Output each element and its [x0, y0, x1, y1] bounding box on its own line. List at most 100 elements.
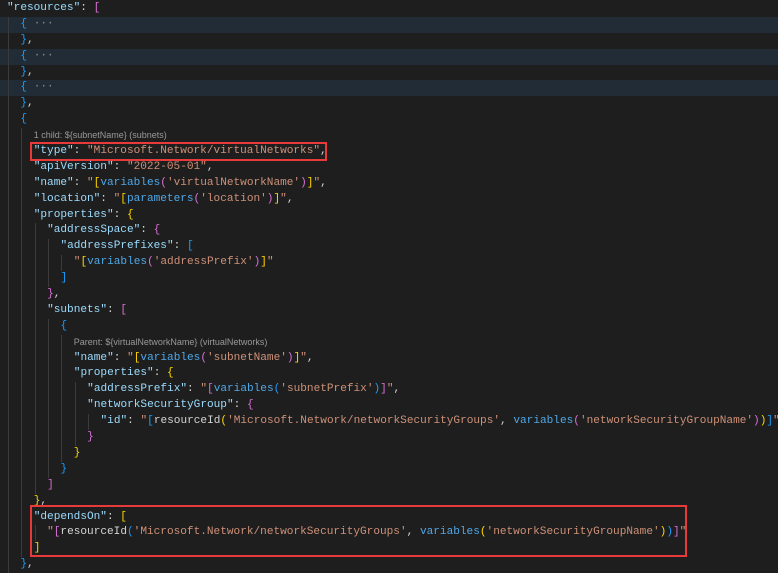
code-line: },	[0, 287, 778, 303]
code-token: {	[126, 208, 134, 221]
indent-guide	[34, 430, 36, 446]
code-line: "id": " [resourceId ('Microsoft.Network/ne…	[0, 414, 778, 431]
code-token: ,	[206, 160, 214, 173]
code-line: { ···	[0, 80, 778, 97]
code-token: "subnets"	[47, 303, 107, 316]
code-token: "id"	[100, 415, 128, 428]
code-token: {	[20, 113, 28, 126]
code-token: ,	[27, 33, 34, 46]
code-token: :	[106, 510, 121, 523]
indent-guide	[21, 223, 23, 240]
code-token: ,	[306, 351, 314, 364]
code-token: "addressSpace"	[47, 224, 141, 237]
indent-guide	[34, 239, 36, 256]
code-token: ]	[672, 526, 680, 539]
indent-guide	[21, 541, 23, 558]
indent-guide	[8, 382, 9, 399]
code-line: "subnets": [	[0, 302, 778, 319]
indent-guide	[21, 509, 23, 526]
indent-guide	[8, 64, 9, 81]
indent-guide	[48, 398, 50, 415]
indent-guide	[8, 509, 9, 526]
indent-guide	[21, 445, 23, 462]
code-editor[interactable]: "resources": [{ ···},{ ···},{ ···},{1 ch…	[0, 1, 778, 573]
code-token: (	[147, 256, 154, 269]
code-token: "Microsoft.Network/virtualNetworks"	[87, 145, 321, 158]
code-lens[interactable]: Parent: ${virtualNetworkName} (virtualNe…	[0, 334, 778, 351]
indent-guide	[61, 366, 63, 383]
code-token: ,	[27, 558, 34, 571]
code-line: },	[0, 64, 778, 81]
indent-guide	[34, 398, 36, 415]
folded-ellipsis[interactable]: ···	[27, 50, 54, 62]
indent-guide	[8, 112, 9, 129]
indent-guide	[21, 144, 23, 160]
code-token: variables	[100, 176, 161, 189]
indent-guide	[8, 223, 9, 240]
indent-guide	[34, 382, 36, 399]
code-token: }	[73, 446, 81, 459]
code-line: "[resourceId('Microsoft.Network/networkS…	[0, 525, 778, 542]
indent-guide	[21, 493, 23, 510]
code-line: "apiVersion": "2022-05-01",	[0, 159, 778, 176]
code-token: :	[113, 351, 128, 364]
code-token: parameters	[126, 192, 194, 205]
code-line: ]	[0, 271, 778, 288]
code-token: ,	[27, 65, 34, 78]
code-token: :	[80, 2, 94, 14]
indent-guide	[74, 414, 76, 431]
code-token: variables	[140, 351, 201, 364]
folded-ellipsis[interactable]: ···	[27, 81, 54, 93]
code-token: [	[186, 240, 194, 253]
indent-guide	[8, 48, 9, 65]
indent-guide	[8, 366, 9, 383]
indent-guide	[8, 159, 9, 176]
indent-guide	[21, 525, 23, 542]
code-lens-text: 1 child: ${subnetName} (subnets)	[33, 130, 167, 141]
code-line: },	[0, 493, 778, 510]
code-token: {	[153, 224, 161, 237]
code-line: }	[0, 430, 778, 446]
indent-guide	[8, 80, 9, 97]
code-line: "addressPrefixes": [	[0, 239, 778, 256]
code-token: "	[773, 415, 778, 427]
code-token: ,	[27, 97, 34, 110]
folded-ellipsis[interactable]: ···	[27, 18, 54, 30]
code-token: :	[173, 240, 187, 253]
code-token: "properties"	[73, 367, 154, 380]
code-token: :	[233, 399, 247, 412]
indent-guide	[34, 302, 36, 319]
indent-guide	[48, 461, 50, 478]
code-line: "name": "[variables('subnetName')]",	[0, 350, 778, 367]
code-token: 'Microsoft.Network/networkSecurityGroups…	[133, 526, 407, 539]
indent-guide	[48, 414, 50, 431]
code-token: 'addressPrefix'	[153, 256, 254, 269]
code-token: }	[47, 288, 54, 301]
code-token: :	[113, 208, 127, 221]
code-token: "2022-05-01"	[126, 160, 207, 173]
code-line: "dependsOn": [	[0, 509, 778, 526]
code-token: "resources"	[7, 2, 81, 14]
indent-guide	[61, 255, 63, 272]
indent-guide	[8, 302, 9, 319]
code-token: "	[386, 383, 394, 396]
code-token: :	[113, 160, 127, 173]
indent-guide	[34, 255, 36, 272]
code-token: variables	[419, 526, 480, 539]
code-token: [	[120, 510, 127, 523]
indent-guide	[48, 350, 50, 367]
code-token: "dependsOn"	[33, 510, 107, 523]
code-token: resourceId	[153, 415, 221, 428]
indent-guide	[21, 255, 23, 272]
indent-guide	[8, 239, 9, 256]
indent-guide	[34, 334, 36, 351]
indent-guide	[8, 16, 9, 33]
indent-guide	[21, 461, 23, 478]
indent-guide	[34, 287, 36, 303]
code-token: (	[479, 526, 487, 539]
code-line: },	[0, 96, 778, 113]
code-lens[interactable]: 1 child: ${subnetName} (subnets)	[0, 128, 778, 145]
indent-guide	[34, 414, 36, 431]
indent-guide	[48, 382, 50, 399]
code-token: "type"	[33, 145, 74, 158]
